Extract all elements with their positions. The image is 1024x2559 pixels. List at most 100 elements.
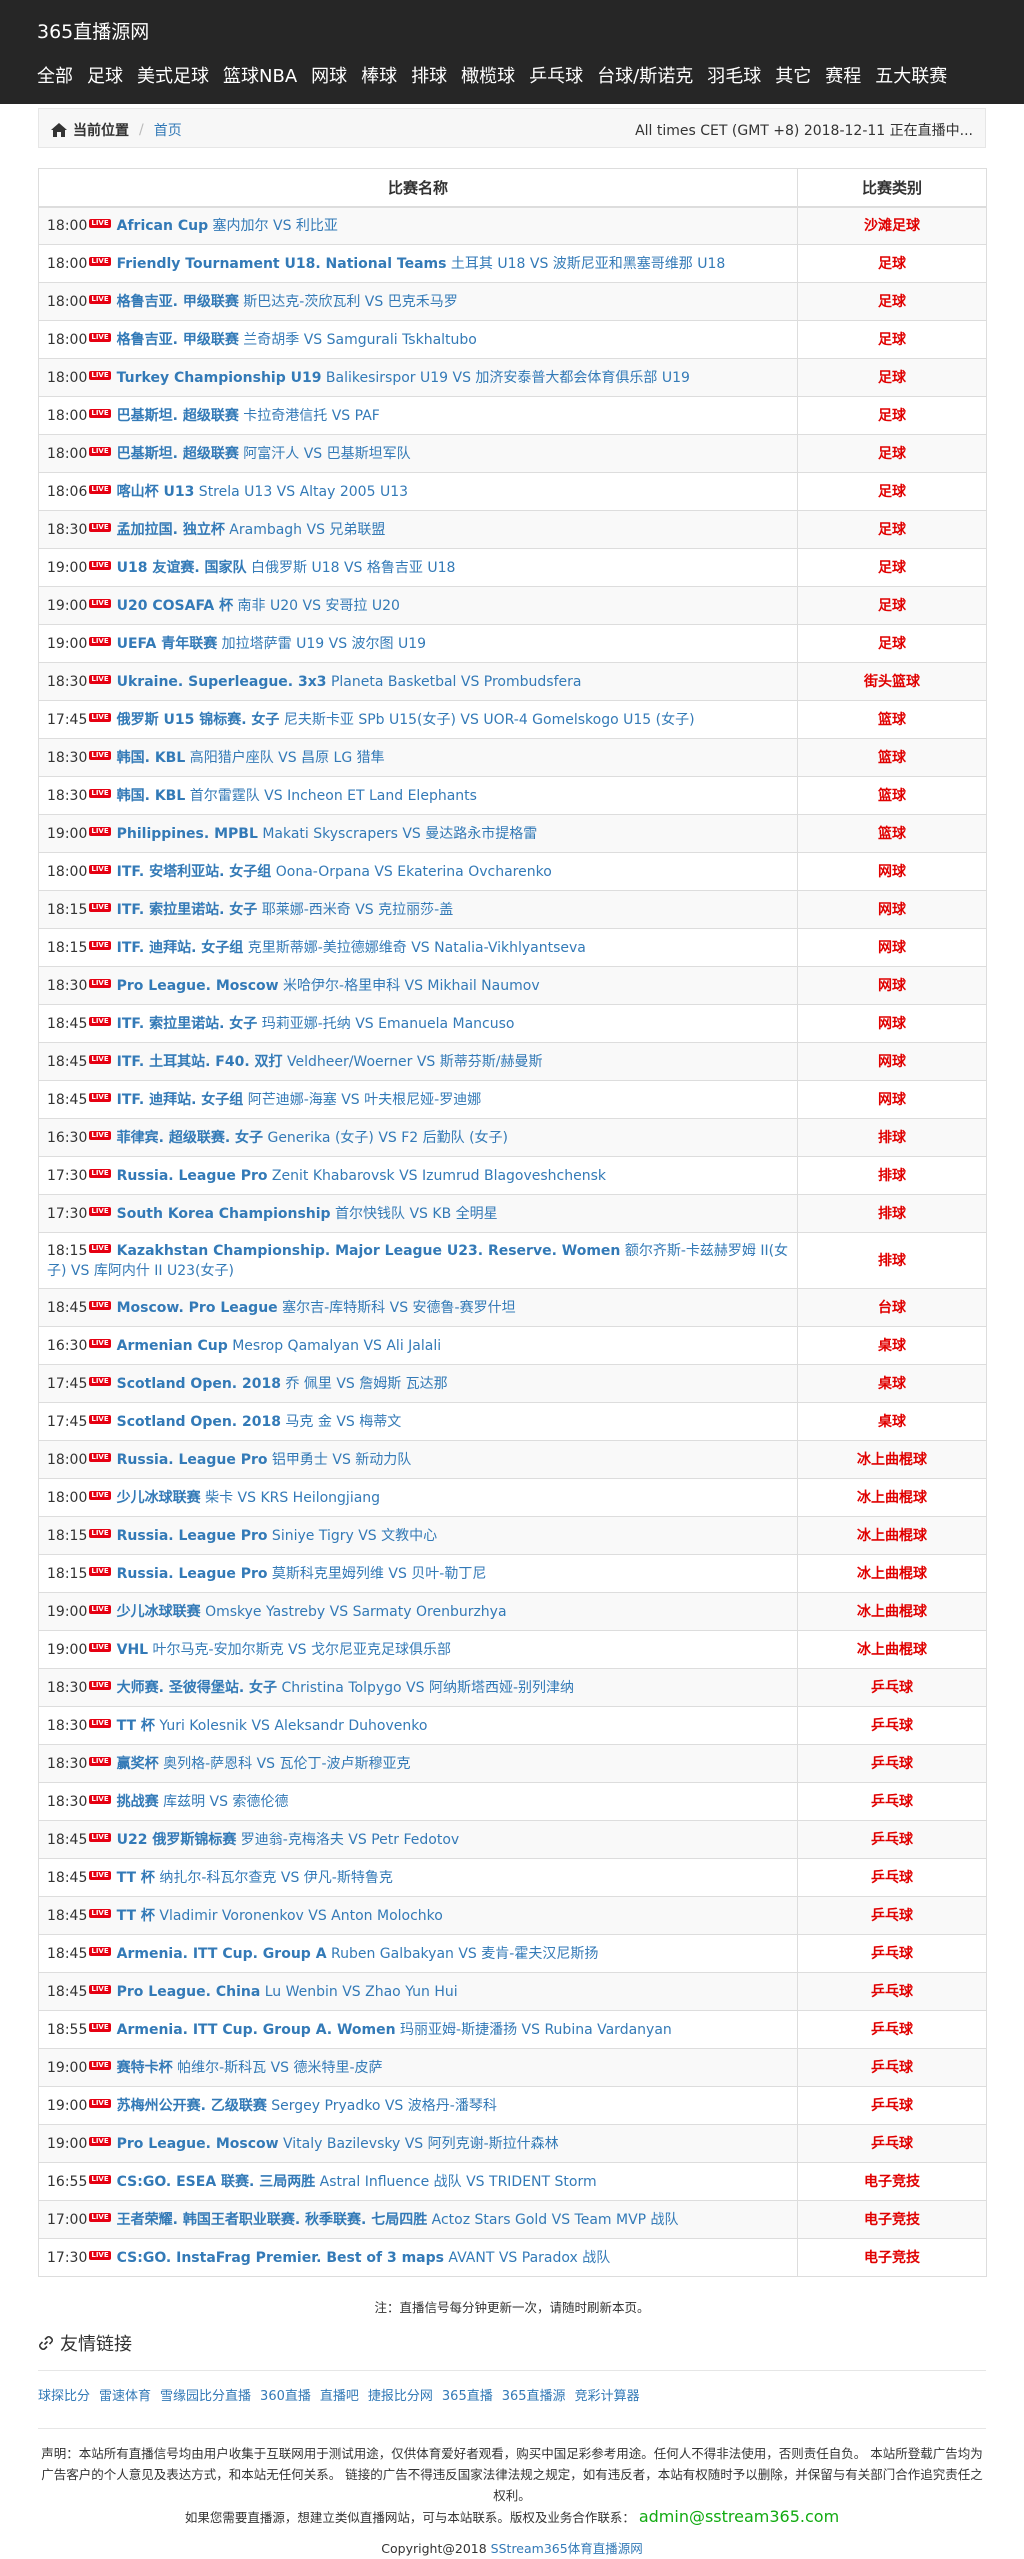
friend-link[interactable]: 球探比分: [38, 2389, 90, 2404]
live-badge: LIVE: [89, 1643, 111, 1652]
match-link[interactable]: U18 友谊赛. 国家队 白俄罗斯 U18 VS 格鲁吉亚 U18: [117, 560, 456, 576]
match-link[interactable]: 韩国. KBL 高阳猎户座队 VS 昌原 LG 猎隼: [117, 750, 385, 766]
match-time: 17:00: [47, 2211, 88, 2228]
friend-link[interactable]: 雪缘园比分直播: [160, 2389, 251, 2404]
match-cell: 17:45 LIVE Scotland Open. 2018 乔 佩里 VS 詹姆斯…: [38, 1364, 798, 1403]
match-link[interactable]: 巴基斯坦. 超级联赛 阿富汗人 VS 巴基斯坦军队: [117, 446, 411, 462]
match-league: Russia. League Pro: [116, 1451, 268, 1468]
live-badge: LIVE: [89, 2175, 111, 2184]
match-link[interactable]: African Cup 塞内加尔 VS 利比亚: [117, 218, 338, 234]
match-time: 18:15: [47, 901, 88, 918]
nav-item[interactable]: 台球/斯诺克: [597, 62, 693, 88]
nav-item[interactable]: 橄榄球: [461, 62, 515, 88]
match-league: TT 杯: [116, 1717, 155, 1734]
match-link[interactable]: TT 杯 纳扎尔-科瓦尔查克 VS 伊凡-斯特鲁克: [117, 1870, 393, 1886]
friend-link[interactable]: 365直播: [442, 2389, 493, 2404]
match-link[interactable]: 挑战赛 库兹明 VS 索德伦德: [117, 1794, 289, 1810]
match-time: 19:00: [47, 1603, 88, 1620]
match-link[interactable]: Pro League. China Lu Wenbin VS Zhao Yun …: [117, 1984, 458, 2000]
friend-link[interactable]: 雷速体育: [99, 2389, 151, 2404]
match-row: 18:45 LIVE Armenia. ITT Cup. Group A Ruben…: [38, 1934, 987, 1973]
match-link[interactable]: Friendly Tournament U18. National Teams …: [117, 256, 726, 272]
match-link[interactable]: 巴基斯坦. 超级联赛 卡拉奇港信托 VS PAF: [117, 408, 380, 424]
match-link[interactable]: 少儿冰球联赛 柴卡 VS KRS Heilongjiang: [117, 1490, 380, 1506]
friend-link[interactable]: 捷报比分网: [368, 2389, 433, 2404]
match-link[interactable]: CS:GO. ESEA 联赛. 三局两胜 Astral Influence 战队…: [117, 2174, 597, 2190]
site-title[interactable]: 365直播源网: [37, 17, 149, 44]
match-link[interactable]: ITF. 索拉里诺站. 女子 玛莉亚娜-托纳 VS Emanuela Mancu…: [117, 1016, 515, 1032]
friend-link[interactable]: 直播吧: [320, 2389, 359, 2404]
nav-item[interactable]: 网球: [311, 62, 347, 88]
match-link[interactable]: U20 COSAFA 杯 南非 U20 VS 安哥拉 U20: [117, 598, 400, 614]
match-link[interactable]: 王者荣耀. 韩国王者职业联赛. 秋季联赛. 七局四胜 Actoz Stars G…: [117, 2212, 679, 2228]
nav-item[interactable]: 足球: [87, 62, 123, 88]
match-teams: Vitaly Bazilevsky VS 阿列克谢-斯拉什森林: [278, 2135, 559, 2152]
friend-link[interactable]: 365直播源: [502, 2389, 566, 2404]
match-link[interactable]: 格鲁吉亚. 甲级联赛 兰奇胡季 VS Samgurali Tskhaltubo: [117, 332, 477, 348]
match-link[interactable]: Armenian Cup Mesrop Qamalyan VS Ali Jala…: [117, 1338, 442, 1354]
nav-item[interactable]: 棒球: [361, 62, 397, 88]
match-link[interactable]: Armenia. ITT Cup. Group A. Women 玛丽亚姆-斯捷…: [117, 2022, 672, 2038]
match-link[interactable]: TT 杯 Yuri Kolesnik VS Aleksandr Duhovenk…: [117, 1718, 428, 1734]
match-link[interactable]: Pro League. Moscow 米哈伊尔-格里申科 VS Mikhail …: [117, 978, 540, 994]
contact-email[interactable]: admin@sstream365.com: [639, 2507, 839, 2526]
nav-item[interactable]: 排球: [411, 62, 447, 88]
match-link[interactable]: Russia. League Pro Zenit Khabarovsk VS I…: [117, 1168, 606, 1184]
match-cell: 18:15 LIVE Kazakhstan Championship. Major …: [38, 1232, 798, 1289]
match-link[interactable]: 赛特卡杯 帕维尔-斯科瓦 VS 德米特里-皮萨: [117, 2060, 383, 2076]
friend-link[interactable]: 360直播: [260, 2389, 311, 2404]
match-link[interactable]: 苏梅州公开赛. 乙级联赛 Sergey Pryadko VS 波格丹-潘琴科: [117, 2098, 497, 2114]
nav-item[interactable]: 篮球NBA: [223, 62, 297, 88]
match-link[interactable]: 少儿冰球联赛 Omskye Yastreby VS Sarmaty Orenbu…: [117, 1604, 507, 1620]
match-link[interactable]: 喀山杯 U13 Strela U13 VS Altay 2005 U13: [117, 484, 408, 500]
nav-item[interactable]: 五大联赛: [875, 62, 947, 88]
match-link[interactable]: UEFA 青年联赛 加拉塔萨雷 U19 VS 波尔图 U19: [117, 636, 426, 652]
match-link[interactable]: ITF. 迪拜站. 女子组 阿芒迪娜-海塞 VS 叶夫根尼娅-罗迪娜: [117, 1092, 482, 1108]
match-link[interactable]: TT 杯 Vladimir Voronenkov VS Anton Moloch…: [117, 1908, 443, 1924]
nav-item[interactable]: 全部: [37, 62, 73, 88]
match-link[interactable]: U22 俄罗斯锦标赛 罗迪翁-克梅洛夫 VS Petr Fedotov: [117, 1832, 460, 1848]
match-link[interactable]: 孟加拉国. 独立杯 Arambagh VS 兄弟联盟: [117, 522, 386, 538]
nav-item[interactable]: 其它: [775, 62, 811, 88]
match-link[interactable]: Philippines. MPBL Makati Skyscrapers VS …: [117, 826, 538, 842]
match-link[interactable]: Ukraine. Superleague. 3x3 Planeta Basket…: [117, 674, 582, 690]
match-link[interactable]: ITF. 安塔利亚站. 女子组 Oona-Orpana VS Ekaterina…: [117, 864, 552, 880]
match-link[interactable]: Kazakhstan Championship. Major League U2…: [47, 1243, 788, 1279]
nav-item[interactable]: 乒乓球: [529, 62, 583, 88]
match-link[interactable]: Russia. League Pro 莫斯科克里姆列维 VS 贝叶-勒丁尼: [117, 1566, 487, 1582]
match-link[interactable]: VHL 叶尔马克-安加尔斯克 VS 戈尔尼亚克足球俱乐部: [117, 1642, 451, 1658]
match-link[interactable]: Scotland Open. 2018 乔 佩里 VS 詹姆斯 瓦达那: [117, 1376, 448, 1392]
match-cell: 18:15 LIVE Russia. League Pro Siniye Tigry…: [38, 1516, 798, 1555]
match-link[interactable]: ITF. 土耳其站. F40. 双打 Veldheer/Woerner VS 斯…: [117, 1054, 543, 1070]
match-link[interactable]: Moscow. Pro League 塞尔吉-库特斯科 VS 安德鲁-赛罗什坦: [117, 1300, 516, 1316]
match-link[interactable]: 格鲁吉亚. 甲级联赛 斯巴达克-茨欣瓦利 VS 巴克禾马罗: [117, 294, 458, 310]
friend-link[interactable]: 竞彩计算器: [575, 2389, 640, 2404]
live-badge: LIVE: [89, 713, 111, 722]
match-link[interactable]: Armenia. ITT Cup. Group A Ruben Galbakya…: [117, 1946, 599, 1962]
match-time: 18:45: [47, 1831, 88, 1848]
nav-item[interactable]: 美式足球: [137, 62, 209, 88]
match-link[interactable]: 韩国. KBL 首尔雷霆队 VS Incheon ET Land Elephan…: [117, 788, 477, 804]
match-link[interactable]: Russia. League Pro 铝甲勇士 VS 新动力队: [117, 1452, 412, 1468]
match-link[interactable]: 大师赛. 圣彼得堡站. 女子 Christina Tolpygo VS 阿纳斯塔…: [117, 1680, 574, 1696]
match-teams: 塞尔吉-库特斯科 VS 安德鲁-赛罗什坦: [277, 1299, 516, 1316]
match-link[interactable]: 菲律宾. 超级联赛. 女子 Generika (女子) VS F2 后勤队 (女…: [117, 1130, 508, 1146]
nav-item[interactable]: 羽毛球: [707, 62, 761, 88]
match-time: 17:45: [47, 1413, 88, 1430]
match-teams: Strela U13 VS Altay 2005 U13: [194, 483, 409, 500]
match-link[interactable]: South Korea Championship 首尔快钱队 VS KB 全明星: [117, 1206, 498, 1222]
match-link[interactable]: Turkey Championship U19 Balikesirspor U1…: [117, 370, 690, 386]
match-link[interactable]: Scotland Open. 2018 马克 金 VS 梅蒂文: [117, 1414, 402, 1430]
match-link[interactable]: Russia. League Pro Siniye Tigry VS 文教中心: [117, 1528, 438, 1544]
match-category: 乒乓球: [797, 1972, 987, 2011]
match-link[interactable]: ITF. 索拉里诺站. 女子 耶莱娜-西米奇 VS 克拉丽莎-盖: [117, 902, 454, 918]
match-link[interactable]: Pro League. Moscow Vitaly Bazilevsky VS …: [117, 2136, 559, 2152]
copyright-link[interactable]: SStream365体育直播源网: [491, 2541, 643, 2556]
breadcrumb-home-link[interactable]: 首页: [154, 120, 182, 140]
match-link[interactable]: ITF. 迪拜站. 女子组 克里斯蒂娜-美拉德娜维奇 VS Natalia-Vi…: [117, 940, 586, 956]
match-link[interactable]: 赢奖杯 奥列格-萨恩科 VS 瓦伦丁-波卢斯穆亚克: [117, 1756, 411, 1772]
match-cell: 18:00 LIVE ITF. 安塔利亚站. 女子组 Oona-Orpana VS …: [38, 852, 798, 891]
match-link[interactable]: CS:GO. InstaFrag Premier. Best of 3 maps…: [117, 2250, 611, 2266]
match-link[interactable]: 俄罗斯 U15 锦标赛. 女子 尼夫斯卡亚 SPb U15(女子) VS UOR…: [117, 712, 695, 728]
nav-item[interactable]: 赛程: [825, 62, 861, 88]
